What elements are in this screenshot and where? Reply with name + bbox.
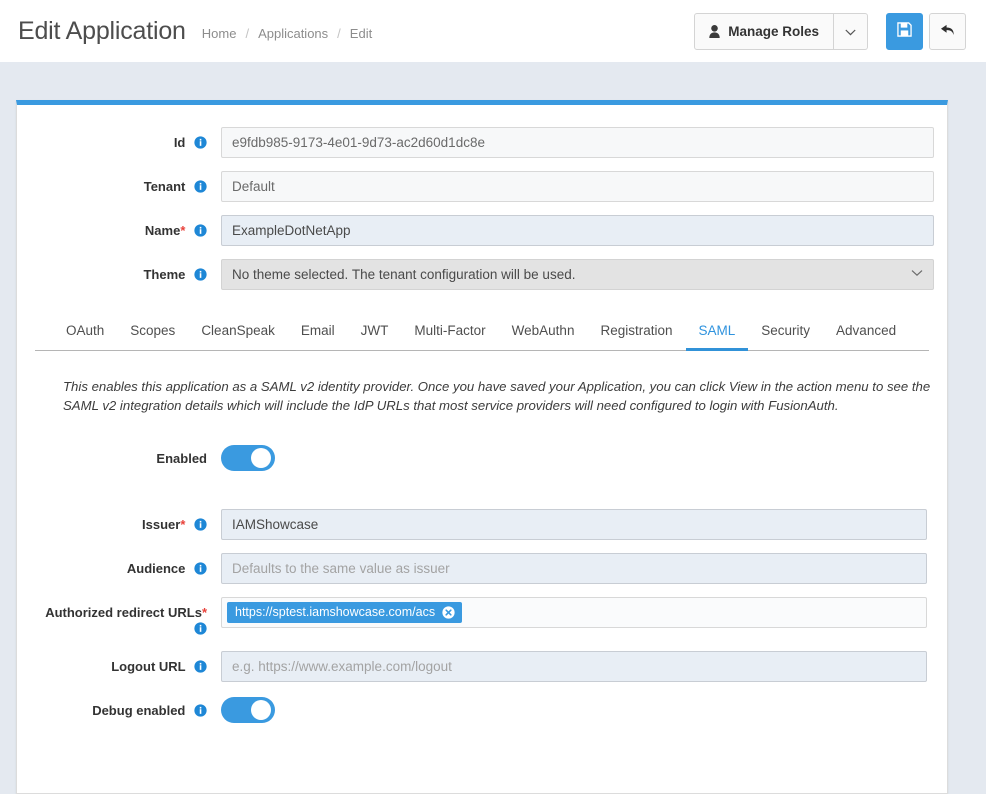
manage-roles-label: Manage Roles bbox=[728, 23, 819, 39]
redirect-url-chip-label: https://sptest.iamshowcase.com/acs bbox=[235, 605, 436, 619]
tab-oauth[interactable]: OAuth bbox=[53, 314, 117, 351]
control-tenant: Default bbox=[221, 171, 934, 202]
chevron-down-icon bbox=[845, 24, 856, 39]
control-logout-url: e.g. https://www.example.com/logout bbox=[221, 651, 927, 682]
info-icon[interactable] bbox=[194, 704, 207, 721]
application-edit-panel: Id e9fdb985-9173-4e01-9d73-ac2d60d1dc8e … bbox=[16, 100, 948, 794]
control-redirect-urls: https://sptest.iamshowcase.com/acs bbox=[221, 597, 927, 628]
control-debug-enabled bbox=[221, 695, 929, 723]
saml-tab-panel: This enables this application as a SAML … bbox=[35, 351, 930, 723]
theme-select-value: No theme selected. The tenant configurat… bbox=[232, 267, 576, 282]
label-name: Name* bbox=[35, 215, 221, 241]
tab-advanced[interactable]: Advanced bbox=[823, 314, 909, 351]
name-input[interactable]: ExampleDotNetApp bbox=[221, 215, 934, 246]
tab-jwt[interactable]: JWT bbox=[348, 314, 402, 351]
label-issuer: Issuer* bbox=[35, 509, 221, 535]
redirect-url-chip: https://sptest.iamshowcase.com/acs bbox=[227, 602, 463, 623]
manage-roles-dropdown-toggle[interactable] bbox=[834, 12, 868, 50]
tab-email[interactable]: Email bbox=[288, 314, 348, 351]
toggle-knob bbox=[251, 448, 271, 468]
required-marker: * bbox=[180, 517, 186, 532]
tab-webauthn[interactable]: WebAuthn bbox=[499, 314, 588, 351]
label-redirect-urls: Authorized redirect URLs* bbox=[35, 597, 221, 638]
back-button[interactable] bbox=[929, 12, 966, 50]
control-theme: No theme selected. The tenant configurat… bbox=[221, 259, 934, 290]
info-icon[interactable] bbox=[194, 622, 207, 638]
panel-container: Id e9fdb985-9173-4e01-9d73-ac2d60d1dc8e … bbox=[0, 62, 986, 794]
tab-scopes[interactable]: Scopes bbox=[117, 314, 188, 351]
logout-url-input[interactable]: e.g. https://www.example.com/logout bbox=[221, 651, 927, 682]
control-enabled bbox=[221, 443, 929, 471]
header-actions: Manage Roles bbox=[694, 12, 966, 50]
saml-description: This enables this application as a SAML … bbox=[63, 379, 931, 413]
control-id: e9fdb985-9173-4e01-9d73-ac2d60d1dc8e bbox=[221, 127, 934, 158]
field-row-name: Name* ExampleDotNetApp bbox=[35, 215, 934, 246]
user-icon bbox=[709, 24, 720, 38]
info-icon[interactable] bbox=[194, 180, 207, 197]
issuer-input[interactable]: IAMShowcase bbox=[221, 509, 927, 540]
control-audience: Defaults to the same value as issuer bbox=[221, 553, 927, 584]
breadcrumb-separator: / bbox=[245, 25, 250, 41]
info-icon[interactable] bbox=[194, 268, 207, 285]
page-header: Edit Application Home / Applications / E… bbox=[0, 0, 986, 62]
info-icon[interactable] bbox=[194, 224, 207, 241]
debug-enabled-toggle[interactable] bbox=[221, 697, 275, 723]
required-marker: * bbox=[180, 223, 186, 238]
back-arrow-icon bbox=[940, 23, 955, 40]
field-row-redirect-urls: Authorized redirect URLs* https://sptest… bbox=[35, 597, 929, 638]
label-logout-url: Logout URL bbox=[35, 651, 221, 677]
theme-select[interactable]: No theme selected. The tenant configurat… bbox=[221, 259, 934, 290]
manage-roles-button-group: Manage Roles bbox=[694, 12, 868, 50]
field-row-issuer: Issuer* IAMShowcase bbox=[35, 509, 929, 540]
label-enabled: Enabled bbox=[156, 451, 207, 466]
breadcrumb-item-edit[interactable]: Edit bbox=[350, 26, 372, 41]
label-debug-enabled: Debug enabled bbox=[35, 695, 221, 721]
tenant-input[interactable]: Default bbox=[221, 171, 934, 202]
redirect-urls-input[interactable]: https://sptest.iamshowcase.com/acs bbox=[221, 597, 927, 628]
manage-roles-button[interactable]: Manage Roles bbox=[694, 12, 834, 50]
breadcrumb-item-applications[interactable]: Applications bbox=[258, 26, 328, 41]
enabled-toggle[interactable] bbox=[221, 445, 275, 471]
label-theme: Theme bbox=[35, 259, 221, 285]
field-row-id: Id e9fdb985-9173-4e01-9d73-ac2d60d1dc8e bbox=[35, 127, 934, 158]
field-row-theme: Theme No theme selected. The tenant conf… bbox=[35, 259, 934, 290]
field-row-logout-url: Logout URL e.g. https://www.example.com/… bbox=[35, 651, 929, 682]
info-icon[interactable] bbox=[194, 518, 207, 535]
id-input[interactable]: e9fdb985-9173-4e01-9d73-ac2d60d1dc8e bbox=[221, 127, 934, 158]
page-title: Edit Application bbox=[18, 16, 186, 45]
required-marker: * bbox=[201, 605, 207, 620]
field-row-audience: Audience Defaults to the same value as i… bbox=[35, 553, 929, 584]
breadcrumb-separator: / bbox=[337, 25, 341, 41]
label-audience: Audience bbox=[35, 553, 221, 579]
toggle-knob bbox=[251, 700, 271, 720]
field-row-tenant: Tenant Default bbox=[35, 171, 934, 202]
save-back-button-pair bbox=[886, 12, 966, 50]
close-circle-icon[interactable] bbox=[442, 605, 455, 619]
control-issuer: IAMShowcase bbox=[221, 509, 927, 540]
audience-input[interactable]: Defaults to the same value as issuer bbox=[221, 553, 927, 584]
breadcrumb-item-home[interactable]: Home bbox=[202, 26, 237, 41]
breadcrumb: Home / Applications / Edit bbox=[202, 22, 372, 41]
tab-cleanspeak[interactable]: CleanSpeak bbox=[188, 314, 288, 351]
info-icon[interactable] bbox=[194, 136, 207, 153]
tab-multi-factor[interactable]: Multi-Factor bbox=[401, 314, 498, 351]
tab-registration[interactable]: Registration bbox=[587, 314, 685, 351]
control-name: ExampleDotNetApp bbox=[221, 215, 934, 246]
application-tabs: OAuth Scopes CleanSpeak Email JWT Multi-… bbox=[35, 314, 929, 351]
info-icon[interactable] bbox=[194, 562, 207, 579]
save-floppy-icon bbox=[897, 22, 912, 40]
chevron-down-icon bbox=[911, 269, 923, 280]
label-id: Id bbox=[35, 127, 221, 153]
field-row-debug-enabled: Debug enabled bbox=[35, 695, 929, 723]
tab-saml[interactable]: SAML bbox=[685, 314, 749, 351]
field-row-enabled: Enabled bbox=[35, 443, 929, 471]
tab-security[interactable]: Security bbox=[748, 314, 823, 351]
save-button[interactable] bbox=[886, 12, 923, 50]
info-icon[interactable] bbox=[194, 660, 207, 677]
label-tenant: Tenant bbox=[35, 171, 221, 197]
